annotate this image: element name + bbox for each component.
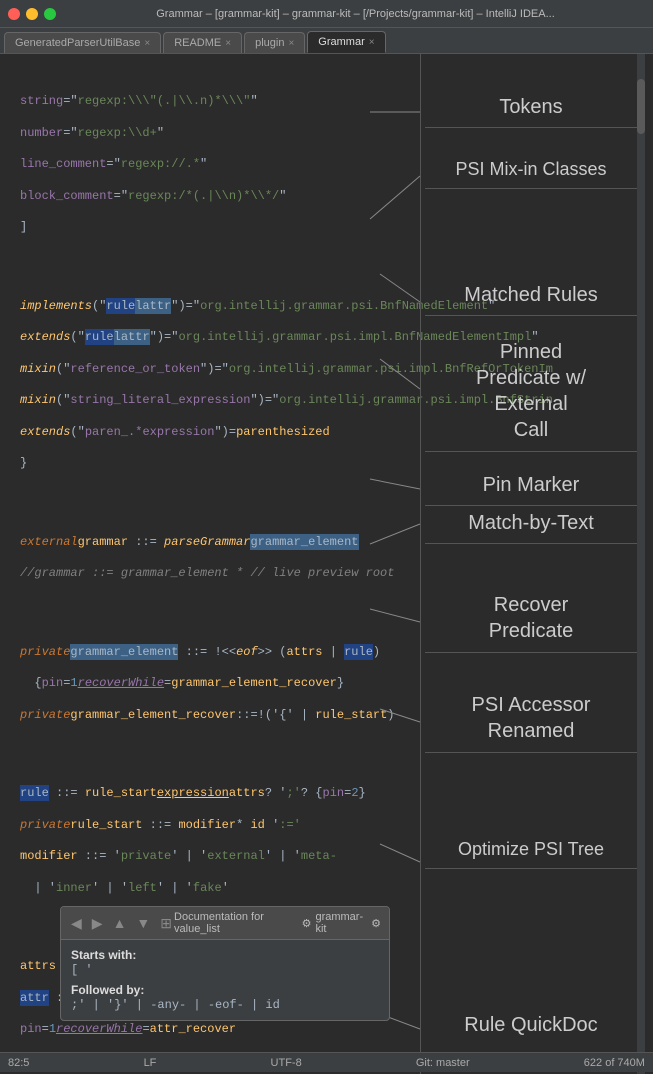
tooltip-kit-label: ⚙ grammar-kit ⚙ [302,911,381,935]
tab-bar: GeneratedParserUtilBase × README × plugi… [0,28,653,54]
title-bar: Grammar – [grammar-kit] – grammar-kit – … [0,0,653,28]
nav-ext-button[interactable]: ⊞ [158,915,174,932]
tab-close-icon[interactable]: × [225,38,231,49]
annotation-match-by-text: Match-by-Text [425,512,637,544]
annotations-panel: Tokens PSI Mix-in Classes Matched Rules … [420,54,645,1074]
annotation-psi-mixin: PSI Mix-in Classes [425,159,637,189]
tooltip-settings-icon[interactable]: ⚙ [371,917,381,930]
tab-close-icon[interactable]: × [144,38,150,49]
followed-by-value: ;' | '}' | -any- | -eof- | id [71,998,280,1012]
tab-label: GeneratedParserUtilBase [15,37,140,49]
annotation-optimize-psi: Optimize PSI Tree [425,839,637,869]
kit-name: grammar-kit [315,911,367,935]
tab-readme[interactable]: README × [163,32,242,53]
maximize-button[interactable] [44,8,56,20]
annotation-pinned-predicate: PinnedPredicate w/ExternalCall [425,339,637,452]
scrollbar-thumb[interactable] [637,79,645,134]
tab-label: Grammar [318,36,364,48]
starts-with-value: [ ' [71,963,93,977]
kit-icon: ⚙ [302,917,312,930]
starts-with-label: Starts with: [71,948,136,962]
scrollbar-track[interactable] [637,54,645,1074]
minimize-button[interactable] [26,8,38,20]
documentation-popup: ◀ ▶ ▲ ▼ ⊞ Documentation for value_list ⚙… [60,906,390,1021]
window-title: Grammar – [grammar-kit] – grammar-kit – … [66,8,645,20]
tab-label: README [174,37,221,49]
followed-by-label: Followed by: [71,983,144,997]
starts-with-section: Starts with: [ ' [71,948,379,977]
tab-label: plugin [255,37,284,49]
tooltip-nav-controls: ◀ ▶ ▲ ▼ ⊞ [69,915,174,932]
nav-fwd-button[interactable]: ▶ [90,915,105,932]
line-info: 622 of 740M [584,1057,645,1069]
annotation-pin-marker: Pin Marker [425,474,637,506]
annotation-tokens: Tokens [425,96,637,128]
window-controls [8,8,56,20]
followed-by-section: Followed by: ;' | '}' | -any- | -eof- | … [71,983,379,1012]
tab-close-icon[interactable]: × [288,38,294,49]
tab-close-icon[interactable]: × [369,37,375,48]
tooltip-title: Documentation for value_list [174,911,302,935]
tooltip-body: Starts with: [ ' Followed by: ;' | '}' |… [61,940,389,1020]
nav-down-button[interactable]: ▼ [134,915,152,931]
nav-back-button[interactable]: ◀ [69,915,84,932]
line-ending: LF [144,1057,157,1069]
annotation-recover-predicate: RecoverPredicate [425,592,637,653]
annotation-rule-quickdoc: Rule QuickDoc [425,1014,637,1037]
annotation-matched-rules: Matched Rules [425,284,637,316]
encoding: UTF-8 [271,1057,302,1069]
close-button[interactable] [8,8,20,20]
tooltip-header: ◀ ▶ ▲ ▼ ⊞ Documentation for value_list ⚙… [61,907,389,940]
tab-generated-parser[interactable]: GeneratedParserUtilBase × [4,32,161,53]
tab-plugin[interactable]: plugin × [244,32,305,53]
nav-up-button[interactable]: ▲ [111,915,129,931]
status-bar: 82:5 LF UTF-8 Git: master 622 of 740M [0,1052,653,1072]
cursor-position: 82:5 [8,1057,29,1069]
git-branch: Git: master [416,1057,470,1069]
tab-grammar[interactable]: Grammar × [307,31,385,53]
annotation-psi-accessor: PSI AccessorRenamed [425,692,637,753]
